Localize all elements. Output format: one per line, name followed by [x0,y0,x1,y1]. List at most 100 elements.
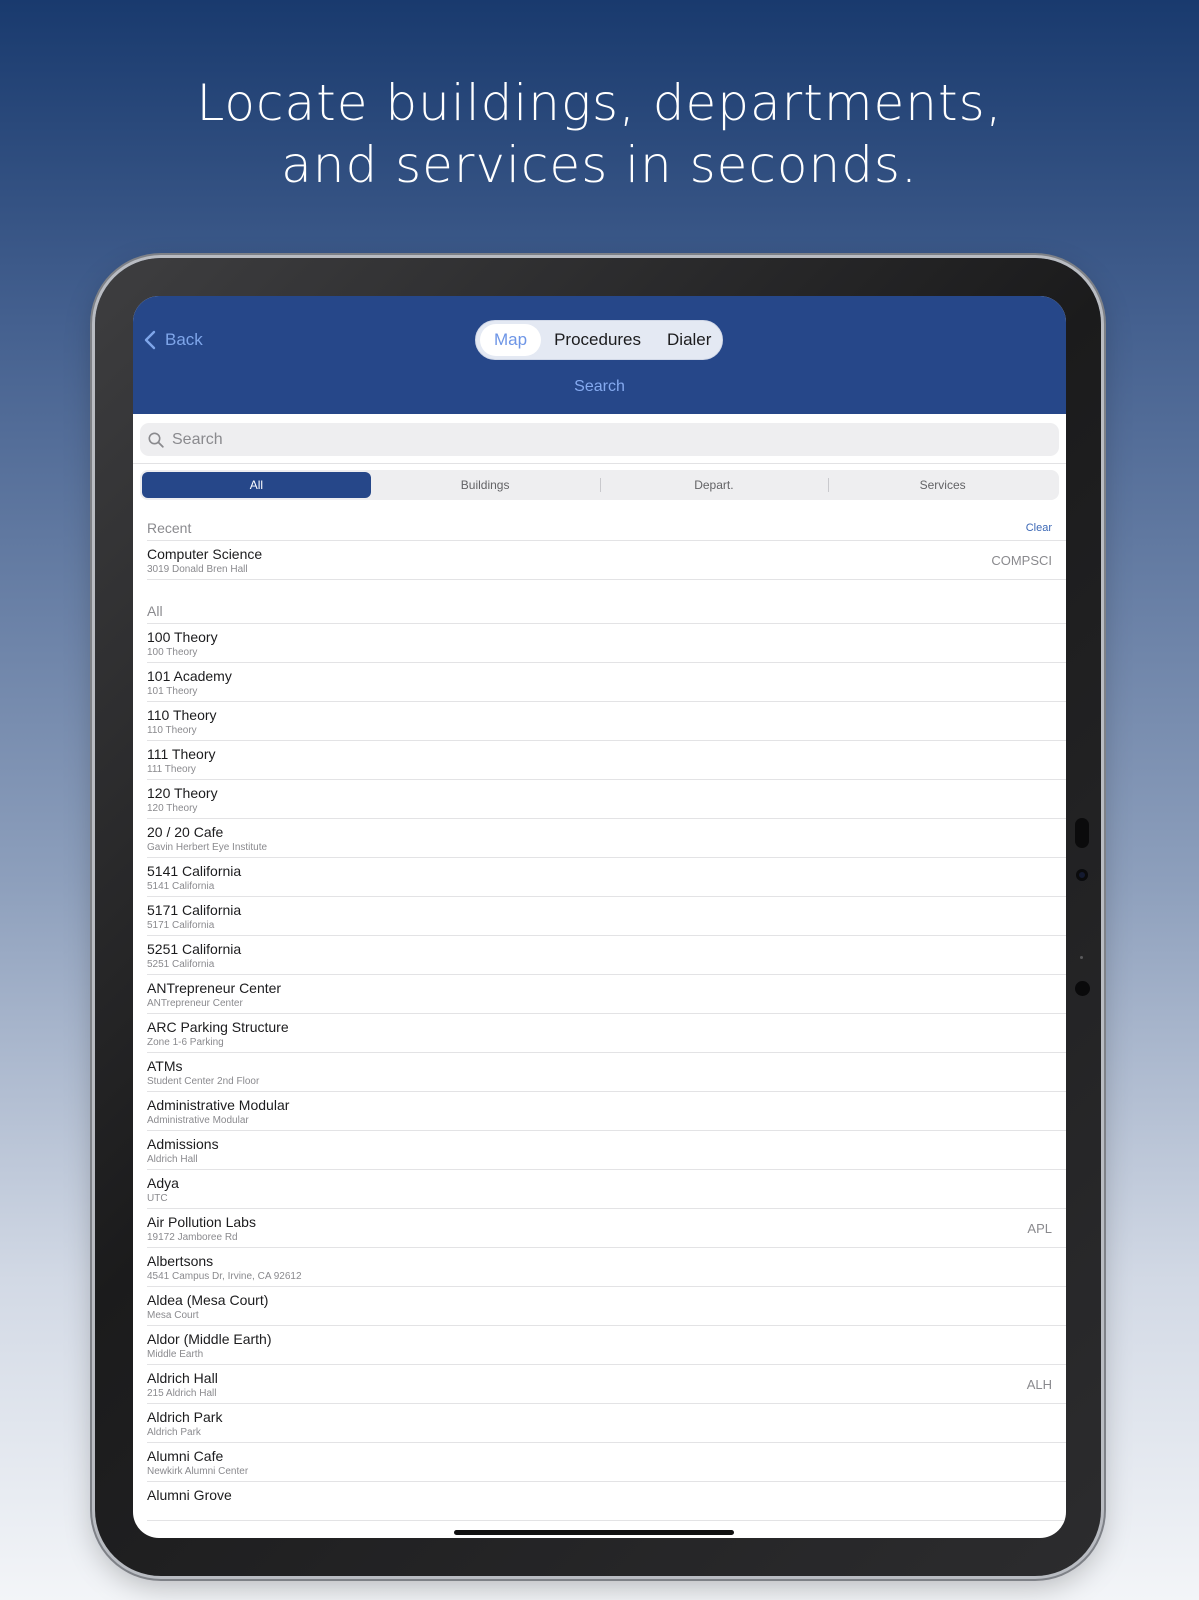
item-subtitle: UTC [147,1193,168,1204]
item-title: 20 / 20 Cafe [147,824,224,840]
item-title: 5251 California [147,941,242,957]
flash-icon [1075,981,1090,996]
page-title: Search [574,378,625,395]
item-title: ATMs [147,1058,183,1074]
item-subtitle: ANTrepreneur Center [147,998,243,1009]
item-subtitle: 100 Theory [147,647,198,658]
list-item[interactable]: 111 Theory 111 Theory [147,741,1066,780]
list-item[interactable]: 110 Theory 110 Theory [147,702,1066,741]
headline-line-2: and services in seconds. [281,136,918,194]
list-item[interactable]: 101 Academy 101 Theory [147,663,1066,702]
item-subtitle: 19172 Jamboree Rd [147,1232,238,1243]
back-button[interactable]: Back [143,326,203,354]
item-title: Alumni Cafe [147,1448,224,1464]
recent-header-label: Recent [147,520,192,536]
list-item[interactable]: 5251 California 5251 California [147,936,1066,975]
list-item[interactable]: Air Pollution Labs 19172 Jamboree Rd APL [147,1209,1066,1248]
item-title: 111 Theory [147,746,216,762]
item-subtitle: 3019 Donald Bren Hall [147,564,248,575]
item-subtitle: Gavin Herbert Eye Institute [147,842,268,853]
list-item[interactable]: Computer Science 3019 Donald Bren Hall C… [147,541,1066,580]
tab-procedures[interactable]: Procedures [541,324,654,356]
clear-recent-button[interactable]: Clear [1026,522,1052,534]
item-title: Admissions [147,1136,219,1152]
item-subtitle: 111 Theory [147,764,196,775]
search-input[interactable] [170,429,1034,450]
item-subtitle: Mesa Court [147,1310,199,1321]
item-subtitle: 215 Aldrich Hall [147,1388,217,1399]
item-code: ALH [1026,1377,1052,1392]
item-title: 110 Theory [147,707,217,723]
item-title: Aldea (Mesa Court) [147,1292,269,1308]
item-title: Aldor (Middle Earth) [147,1331,272,1347]
list-item[interactable]: Admissions Aldrich Hall [147,1131,1066,1170]
item-title: 101 Academy [147,668,232,684]
tab-dialer[interactable]: Dialer [654,324,724,356]
list-item[interactable]: Adya UTC [147,1170,1066,1209]
filter-buildings[interactable]: Buildings [371,472,600,498]
item-title: Alumni Grove [147,1487,232,1503]
item-title: Air Pollution Labs [147,1214,256,1230]
item-title: Computer Science [147,546,263,562]
item-subtitle: Middle Earth [147,1349,204,1360]
item-title: Aldrich Park [147,1409,223,1425]
microphone-icon [1080,956,1083,959]
home-indicator[interactable] [454,1530,734,1535]
filter-segmented-control: All Buildings Depart. Services [140,470,1059,500]
item-subtitle: Zone 1-6 Parking [147,1037,224,1048]
item-title: 100 Theory [147,629,218,645]
app-screen: Back Map Procedures Dialer Search All Bu… [133,296,1066,1538]
item-title: 5141 California [147,863,242,879]
item-title: 5171 California [147,902,242,918]
list-item[interactable]: Alumni Cafe Newkirk Alumni Center [147,1443,1066,1482]
headline: Locate buildings, departments, and servi… [0,72,1199,196]
item-subtitle: Student Center 2nd Floor [147,1076,260,1087]
filter-departments[interactable]: Depart. [599,472,829,498]
item-subtitle: 110 Theory [147,725,197,736]
headline-line-1: Locate buildings, departments, [196,74,1003,132]
item-subtitle: 5141 California [147,881,215,892]
item-subtitle: 4541 Campus Dr, Irvine, CA 92612 [147,1271,302,1282]
mode-segmented-control: Map Procedures Dialer [475,320,723,360]
filter-all[interactable]: All [142,472,371,498]
list-item[interactable]: Albertsons 4541 Campus Dr, Irvine, CA 926… [147,1248,1066,1287]
list-item[interactable]: 20 / 20 Cafe Gavin Herbert Eye Institute [147,819,1066,858]
all-header-label: All [147,603,163,619]
list-item[interactable]: Aldrich Hall 215 Aldrich Hall ALH [147,1365,1066,1404]
recent-section-header: Recent Clear [147,520,1052,536]
list-item[interactable]: Administrative Modular Administrative Mod… [147,1092,1066,1131]
filter-services[interactable]: Services [828,472,1057,498]
item-subtitle: 5251 California [147,959,215,970]
list-item[interactable]: 120 Theory 120 Theory [147,780,1066,819]
item-title: 120 Theory [147,785,218,801]
list-item[interactable]: ANTrepreneur Center ANTrepreneur Center [147,975,1066,1014]
item-title: Albertsons [147,1253,214,1269]
list-item[interactable]: Aldor (Middle Earth) Middle Earth [147,1326,1066,1365]
item-title: Aldrich Hall [147,1370,218,1386]
item-title: Adya [147,1175,179,1191]
camera-lens-icon [1076,869,1088,881]
list-item[interactable]: ARC Parking Structure Zone 1-6 Parking [147,1014,1066,1053]
item-title: ANTrepreneur Center [147,980,282,996]
list-item[interactable]: 5171 California 5171 California [147,897,1066,936]
item-subtitle: Aldrich Park [147,1427,201,1438]
list-item[interactable]: Alumni Grove [147,1482,1066,1521]
item-title: ARC Parking Structure [147,1019,289,1035]
item-title: Administrative Modular [147,1097,290,1113]
camera-pill-icon [1075,818,1089,848]
list-item[interactable]: 100 Theory 100 Theory [147,624,1066,663]
item-subtitle: Newkirk Alumni Center [147,1466,249,1477]
item-subtitle: 5171 California [147,920,215,931]
list-item[interactable]: Aldea (Mesa Court) Mesa Court [147,1287,1066,1326]
list-item[interactable]: ATMs Student Center 2nd Floor [147,1053,1066,1092]
tab-map[interactable]: Map [480,324,542,356]
back-label: Back [165,330,203,349]
item-code: APL [1027,1221,1052,1236]
item-subtitle: 101 Theory [147,686,198,697]
recent-list: Computer Science 3019 Donald Bren Hall C… [133,541,1066,580]
list-item[interactable]: Aldrich Park Aldrich Park [147,1404,1066,1443]
search-bar[interactable] [140,423,1059,456]
item-code: COMPSCI [991,553,1052,568]
item-subtitle: Administrative Modular [147,1115,249,1126]
list-item[interactable]: 5141 California 5141 California [147,858,1066,897]
